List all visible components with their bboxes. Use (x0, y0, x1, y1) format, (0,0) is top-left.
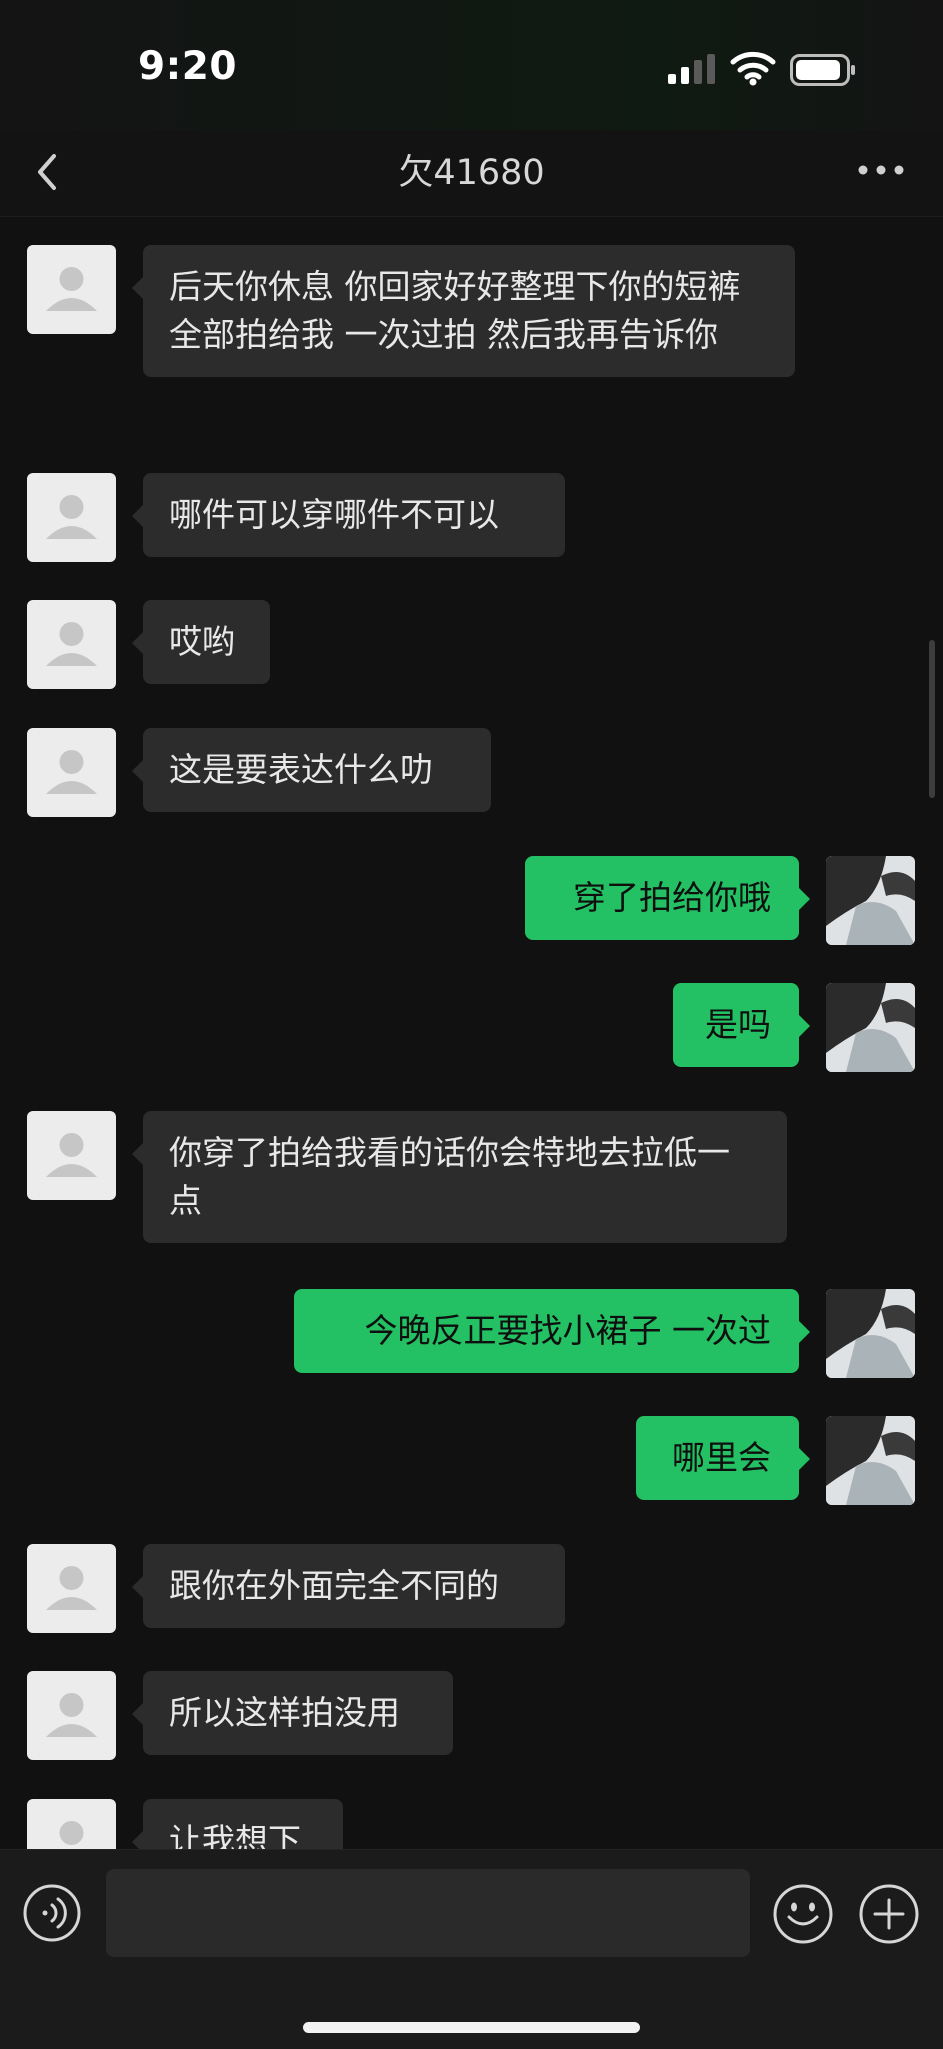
my-avatar[interactable] (826, 856, 915, 945)
profile-photo-icon (826, 983, 915, 1072)
message-bubble-incoming[interactable]: 你穿了拍给我看的话你会特地去拉低一点 (132, 1111, 787, 1243)
message-text-input[interactable] (106, 1869, 750, 1957)
plus-icon[interactable] (858, 1883, 920, 1945)
message-bubble-outgoing[interactable]: 哪里会 (636, 1416, 810, 1500)
default-avatar-icon (46, 750, 97, 794)
contact-avatar[interactable] (27, 473, 116, 562)
profile-photo-icon (826, 1289, 915, 1378)
contact-avatar[interactable] (27, 1799, 116, 1849)
chat-scrollbar[interactable] (929, 640, 935, 798)
my-avatar[interactable] (826, 983, 915, 1072)
chat-header: 欠41680 (0, 130, 943, 217)
my-avatar[interactable] (826, 1289, 915, 1378)
more-dots-icon[interactable] (856, 160, 906, 180)
my-avatar[interactable] (826, 1416, 915, 1505)
battery-icon (790, 54, 855, 86)
contact-avatar[interactable] (27, 1671, 116, 1760)
profile-photo-icon (826, 856, 915, 945)
voice-input-icon[interactable] (22, 1883, 82, 1943)
status-bar: 9:20 (0, 0, 943, 130)
profile-photo-icon (826, 1416, 915, 1505)
message-bubble-incoming[interactable]: 这是要表达什么叻 (132, 728, 491, 812)
default-avatar-icon (46, 1566, 97, 1610)
default-avatar-icon (46, 622, 97, 666)
contact-avatar[interactable] (27, 600, 116, 689)
default-avatar-icon (59, 1821, 84, 1845)
default-avatar-icon (46, 1693, 97, 1737)
message-bubble-outgoing[interactable]: 今晚反正要找小裙子 一次过 (294, 1289, 810, 1373)
default-avatar-icon (46, 267, 97, 311)
contact-avatar[interactable] (27, 1544, 116, 1633)
chat-title: 欠41680 (398, 153, 545, 193)
message-bubble-incoming[interactable]: 所以这样拍没用 (132, 1671, 453, 1755)
message-bubble-incoming[interactable]: 哪件可以穿哪件不可以 (132, 473, 565, 557)
message-bubble-incoming[interactable]: 跟你在外面完全不同的 (132, 1544, 565, 1628)
message-list[interactable]: 后天你休息 你回家好好整理下你的短裤 全部拍给我 一次过拍 然后我再告诉你 哪件… (0, 217, 943, 1849)
contact-avatar[interactable] (27, 1111, 116, 1200)
emoji-icon[interactable] (772, 1883, 834, 1945)
default-avatar-icon (46, 495, 97, 539)
contact-avatar[interactable] (27, 245, 116, 334)
message-bubble-incoming[interactable]: 后天你休息 你回家好好整理下你的短裤 全部拍给我 一次过拍 然后我再告诉你 (132, 245, 795, 377)
message-input-bar (0, 1849, 943, 2049)
home-indicator[interactable] (303, 2022, 640, 2033)
message-bubble-incoming[interactable]: 让我想下 (132, 1799, 343, 1849)
cellular-signal-icon (668, 54, 715, 84)
message-bubble-outgoing[interactable]: 穿了拍给你哦 (525, 856, 810, 940)
message-bubble-incoming[interactable]: 哎哟 (132, 600, 270, 684)
message-bubble-outgoing[interactable]: 是吗 (673, 983, 810, 1067)
wifi-icon (730, 51, 776, 86)
default-avatar-icon (46, 1133, 97, 1177)
status-time: 9:20 (138, 44, 238, 89)
contact-avatar[interactable] (27, 728, 116, 817)
